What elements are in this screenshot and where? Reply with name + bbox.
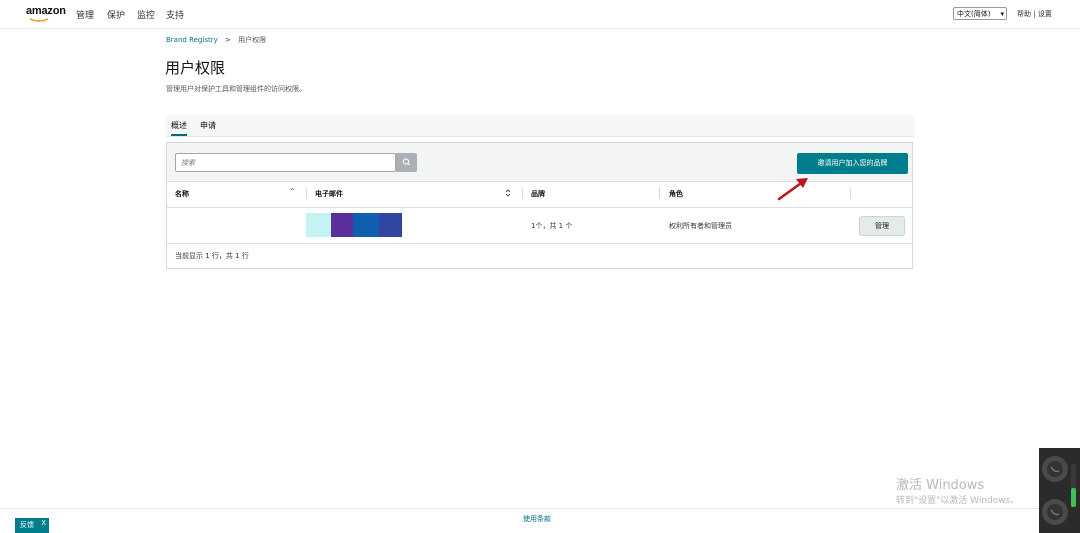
help-settings-links: 帮助 | 设置: [1017, 9, 1052, 19]
row-count: 当前显示 1 行，共 1 行: [175, 252, 249, 260]
windows-activate-title: 激活 Windows: [896, 478, 985, 493]
nav-protect[interactable]: 保护: [107, 8, 125, 21]
help-link[interactable]: 帮助: [1017, 10, 1031, 18]
tab-bar: 概述 申请: [166, 115, 914, 137]
breadcrumb: Brand Registry > 用户权限: [166, 35, 266, 45]
users-panel: 邀请用户加入您的品牌 名称 ⌃ 电子邮件 品牌 角色 1个，共 1 个 权利所有…: [166, 142, 913, 269]
column-divider: [850, 188, 851, 199]
page-title: 用户权限: [165, 59, 226, 77]
breadcrumb-brand-registry[interactable]: Brand Registry: [166, 36, 218, 44]
top-navigation-bar: amazon 管理 保护 监控 支持 中文(简体) ▾ 帮助 | 设置: [0, 0, 1080, 29]
amazon-smile-icon: [29, 18, 49, 22]
phone-icon[interactable]: [1042, 499, 1068, 525]
column-header-brand: 品牌: [531, 190, 545, 198]
column-divider: [306, 188, 307, 199]
terms-of-use-link[interactable]: 使用条款: [523, 514, 551, 524]
windows-activate-subtitle: 转到"设置"以激活 Windows。: [896, 496, 1020, 506]
brand-count: 1个，共 1 个: [531, 222, 573, 230]
feedback-label: 反馈: [20, 521, 34, 529]
annotation-arrow-icon: [777, 178, 808, 201]
table-row: 1个，共 1 个 权利所有者和管理员 管理: [167, 207, 912, 244]
chevron-down-icon: ▾: [1000, 10, 1004, 18]
feedback-button[interactable]: 反馈 X: [15, 518, 49, 533]
invite-user-button[interactable]: 邀请用户加入您的品牌: [797, 153, 908, 174]
search-icon: [402, 158, 410, 166]
link-separator: |: [1033, 10, 1036, 18]
tab-overview[interactable]: 概述: [171, 120, 187, 136]
nav-monitor[interactable]: 监控: [137, 8, 155, 21]
page-description: 管理用户对保护工具和管理组件的访问权限。: [166, 85, 306, 93]
column-header-name[interactable]: 名称: [175, 189, 189, 199]
column-divider: [522, 188, 523, 199]
search-button[interactable]: [396, 153, 417, 172]
breadcrumb-separator: >: [224, 36, 231, 44]
nav-manage[interactable]: 管理: [76, 8, 94, 21]
close-icon[interactable]: X: [41, 516, 46, 531]
phone-icon[interactable]: [1042, 456, 1068, 482]
manage-button[interactable]: 管理: [859, 216, 905, 236]
language-select[interactable]: 中文(简体) ▾: [953, 7, 1007, 20]
search-input[interactable]: [175, 153, 396, 172]
side-dock: [1039, 448, 1080, 533]
role-value: 权利所有者和管理员: [669, 222, 732, 230]
column-header-role: 角色: [669, 190, 683, 198]
amazon-logo[interactable]: amazon: [26, 5, 66, 17]
column-divider: [659, 188, 660, 199]
level-meter-fill: [1071, 488, 1076, 507]
breadcrumb-current: 用户权限: [238, 36, 267, 44]
redaction-mosaic: [306, 213, 402, 237]
sort-both-icon[interactable]: [505, 188, 511, 198]
tab-requests[interactable]: 申请: [200, 120, 216, 131]
column-header-email[interactable]: 电子邮件: [315, 189, 343, 199]
language-select-value: 中文(简体): [957, 10, 991, 18]
footer-divider: [0, 508, 1080, 509]
nav-support[interactable]: 支持: [166, 8, 184, 21]
settings-link[interactable]: 设置: [1038, 10, 1052, 18]
email-redacted-block: [306, 213, 402, 237]
sort-ascending-icon[interactable]: ⌃: [289, 187, 296, 196]
